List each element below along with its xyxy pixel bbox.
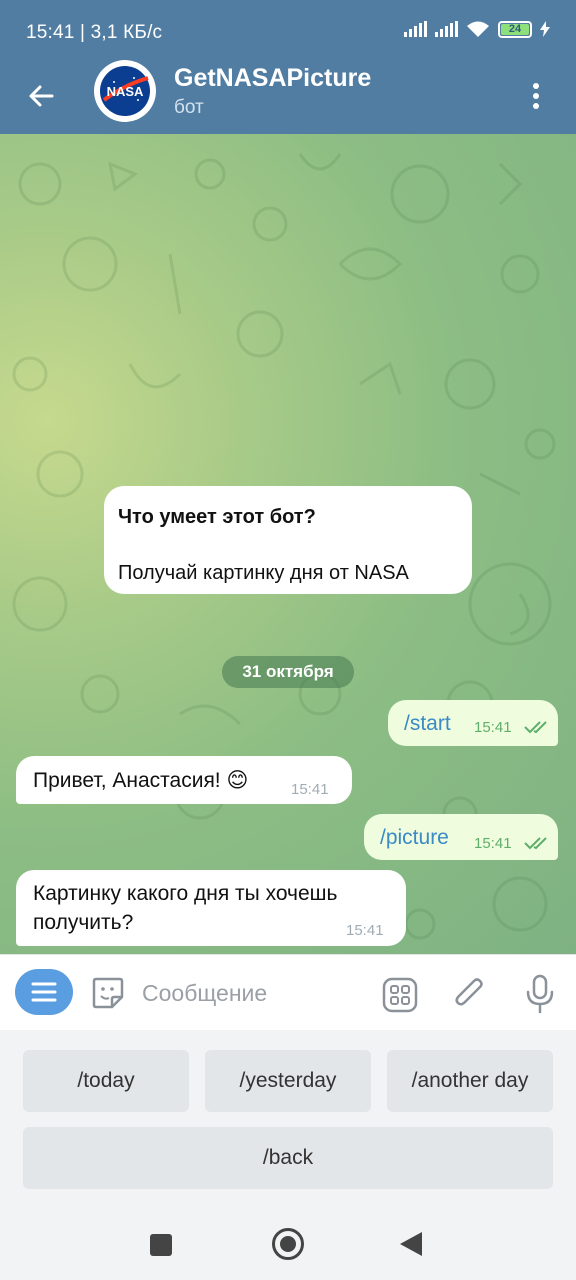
home-icon[interactable] (272, 1228, 304, 1260)
nasa-logo-icon: NASA (100, 66, 150, 116)
keyboard-button-back[interactable]: /back (23, 1127, 553, 1189)
nav-back-icon[interactable] (400, 1232, 422, 1256)
read-checks-icon (524, 721, 547, 734)
date-chip: 31 октября (222, 656, 354, 688)
intro-heading: Что умеет этот бот? (118, 506, 316, 528)
message-text: Привет, Анастасия! 😊 (33, 769, 249, 792)
message-text-line2: получить? (33, 911, 134, 934)
attach-icon[interactable] (450, 975, 490, 1015)
recent-apps-icon[interactable] (150, 1234, 172, 1256)
battery-icon: 24 (498, 20, 532, 38)
keyboard-button-another-day[interactable]: /another day (387, 1050, 553, 1112)
message-time: 15:41 (474, 719, 512, 736)
bot-commands-icon[interactable] (380, 975, 420, 1015)
battery-level: 24 (508, 23, 522, 35)
avatar[interactable]: NASA (94, 60, 156, 122)
menu-icon (31, 982, 57, 1002)
message-outgoing[interactable]: /picture 15:41 (364, 814, 558, 860)
sticker-icon[interactable] (90, 975, 126, 1011)
message-text[interactable]: /picture (380, 826, 449, 850)
chat-area[interactable]: Что умеет этот бот? Получай картинку дня… (0, 134, 576, 954)
message-text[interactable]: /start (404, 712, 451, 736)
intro-body: Получай картинку дня от NASA (118, 562, 409, 584)
wifi-icon (467, 21, 489, 37)
more-vert-icon[interactable] (518, 78, 554, 114)
back-arrow-icon[interactable] (22, 76, 62, 116)
message-time: 15:41 (474, 835, 512, 852)
signal-icon (404, 21, 427, 37)
message-input[interactable]: Сообщение (142, 980, 267, 1007)
chat-header: NASA GetNASAPicture бот (0, 60, 576, 134)
bot-menu-button[interactable] (15, 969, 73, 1015)
message-text-line1: Картинку какого дня ты хочешь (33, 882, 338, 905)
message-incoming[interactable]: Картинку какого дня ты хочешь получить? … (16, 870, 406, 946)
microphone-icon[interactable] (522, 973, 558, 1015)
keyboard-button-today[interactable]: /today (23, 1050, 189, 1112)
charging-icon (540, 21, 550, 37)
bot-intro-card: Что умеет этот бот? Получай картинку дня… (104, 486, 472, 594)
system-nav-bar (0, 1212, 576, 1280)
message-time: 15:41 (346, 922, 384, 939)
signal-icon-2 (435, 21, 458, 37)
status-icons: 24 (404, 20, 550, 38)
message-incoming[interactable]: Привет, Анастасия! 😊 15:41 (16, 756, 352, 804)
chat-title: GetNASAPicture (174, 64, 372, 92)
chat-subtitle: бот (174, 97, 204, 118)
status-time: 15:41 | 3,1 КБ/с (26, 22, 163, 43)
keyboard-button-yesterday[interactable]: /yesterday (205, 1050, 371, 1112)
status-bar: 15:41 | 3,1 КБ/с 24 (0, 0, 576, 64)
read-checks-icon (524, 837, 547, 850)
svg-text:NASA: NASA (107, 84, 144, 99)
message-time: 15:41 (291, 781, 329, 798)
message-input-bar: Сообщение (0, 954, 576, 1030)
message-outgoing[interactable]: /start 15:41 (388, 700, 558, 746)
bot-keyboard: /today /yesterday /another day /back (0, 1030, 576, 1212)
